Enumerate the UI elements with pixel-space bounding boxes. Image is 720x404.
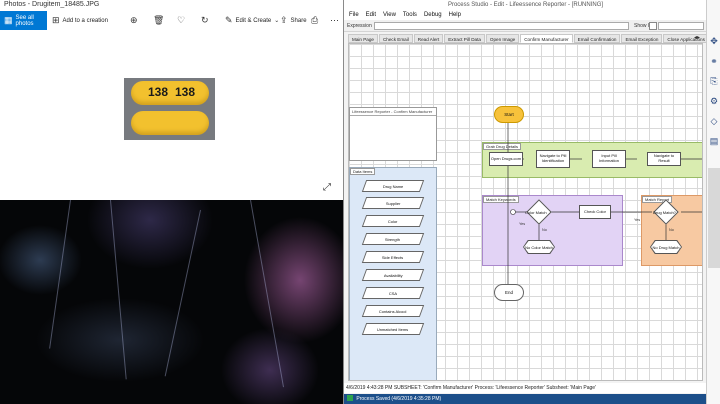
expression-input[interactable] (374, 22, 629, 30)
start-terminator[interactable]: Start (494, 106, 524, 123)
menu-file[interactable]: File (349, 12, 359, 18)
photos-window-title: Photos - Drugitem_18485.JPG (4, 1, 100, 8)
no-label: No (669, 228, 674, 232)
tab-open-image[interactable]: Open Image (485, 34, 520, 43)
delete-button[interactable]: 🗑 (153, 11, 164, 30)
menu-tools[interactable]: Tools (403, 12, 417, 18)
action-tool-icon[interactable]: ⚙ (709, 96, 719, 106)
more-icon: ⋯ (330, 15, 339, 25)
pointer-tool-icon[interactable]: ✥ (709, 36, 719, 46)
add-to-creation-label: Add to a creation (62, 17, 108, 24)
input-pill-info-step[interactable]: Input Pill Information (592, 150, 626, 168)
menu-help[interactable]: Help (449, 12, 461, 18)
drug-match-label: Drug Match? (653, 210, 676, 215)
tab-email-exception[interactable]: Email Exception (621, 34, 663, 43)
tab-main-page[interactable]: Main Page (348, 34, 378, 43)
rotate-button[interactable]: ↻ (201, 11, 209, 30)
no-label: No (542, 228, 547, 232)
process-saved-bar: Process Saved (4/6/2019 4:35:28 PM) (344, 394, 707, 404)
tab-extract-pill-data[interactable]: Extract Pill Data (444, 34, 485, 43)
pill-imprint-right: 138 (175, 85, 196, 99)
print-icon: ⎙ (311, 15, 319, 25)
expression-label: Expression (347, 23, 372, 29)
photo-viewer: 138 138 ⤢ (0, 30, 343, 200)
photos-titlebar: Photos - Drugitem_18485.JPG (0, 0, 343, 11)
tab-confirm-manufacturer[interactable]: Confirm Manufacturer (520, 34, 573, 43)
check-color-step[interactable]: Check Color (579, 205, 611, 219)
menu-edit[interactable]: Edit (366, 12, 376, 18)
pill-imprint-left: 138 (148, 85, 169, 99)
see-all-photos-button[interactable]: ▦ See all photos (0, 11, 47, 30)
tab-read-alert[interactable]: Read Alert (413, 34, 444, 43)
rail-scrollbar[interactable] (708, 168, 720, 268)
end-terminator[interactable]: End (494, 284, 524, 301)
wallpaper-strand (110, 199, 127, 380)
calculation-tool-icon[interactable]: ▤ (709, 136, 719, 146)
studio-titlebar: Process Studio - Edit - Lifeessence Repo… (344, 0, 707, 10)
expand-icon[interactable]: ⤢ (323, 182, 331, 193)
photos-window: Photos - Drugitem_18485.JPG ▦ See all ph… (0, 0, 343, 404)
no-color-match-end[interactable]: No Color Match (524, 241, 554, 253)
status-line: 4/6/2019 4:43:28 PM SUBSHEET: 'Confirm M… (344, 383, 707, 393)
navigate-result-step[interactable]: Navigate to Result (647, 152, 681, 166)
saved-icon (347, 395, 353, 401)
more-button[interactable]: ⋯ (330, 11, 339, 30)
show-in-checkbox[interactable] (649, 22, 657, 30)
wallpaper-strand (164, 209, 201, 377)
process-canvas[interactable]: Lifeessence Reporter - Confirm Manufactu… (348, 43, 703, 381)
desktop-wallpaper (0, 199, 343, 404)
connector-node (510, 209, 516, 215)
tab-email-confirmation[interactable]: Email Confirmation (573, 34, 621, 43)
open-drugs-step[interactable]: Open Drugs.com (489, 152, 523, 166)
share-icon: ⇪ (280, 15, 288, 25)
yes-label: Yes (519, 222, 526, 226)
expression-bar: Expression Show In (344, 20, 707, 32)
link-tool-icon[interactable]: ⚭ (709, 56, 719, 66)
decision-tool-icon[interactable]: ◇ (709, 116, 719, 126)
rotate-icon: ↻ (201, 15, 209, 25)
add-to-creation-button[interactable]: ⊞ Add to a creation (52, 11, 108, 30)
edit-create-label: Edit & Create (235, 17, 272, 24)
heart-icon: ♡ (177, 15, 186, 25)
tab-close-applications[interactable]: Close Applications (663, 34, 709, 43)
chevron-down-icon: ⌄ (274, 17, 280, 24)
wallpaper-strand (49, 199, 71, 349)
tab-check-email[interactable]: Check Email (378, 34, 413, 43)
tool-rail: ✥ ⚭ ⎘ ⚙ ◇ ▤ (706, 0, 720, 404)
page-tool-icon[interactable]: ⎘ (709, 76, 719, 86)
tab-scroll-arrows[interactable]: ◂▸ (694, 34, 700, 41)
no-drug-match-end[interactable]: No Drug Match (651, 241, 681, 253)
process-studio-window: Process Studio - Edit - Lifeessence Repo… (343, 0, 720, 404)
trash-icon: 🗑 (153, 15, 165, 25)
capsule-top: 138 138 (131, 81, 209, 105)
zoom-button[interactable]: ⊕ (130, 11, 138, 30)
menu-debug[interactable]: Debug (424, 12, 442, 18)
capsule-bottom (131, 111, 209, 135)
photos-toolbar: ▦ See all photos ⊞ Add to a creation ⊕ 🗑… (0, 11, 343, 30)
add-creation-icon: ⊞ (52, 15, 60, 25)
color-match-label: Color Match (525, 210, 547, 215)
edit-icon: ✎ (225, 15, 233, 25)
photos-grid-icon: ▦ (4, 15, 13, 25)
see-all-photos-label: See all photos (15, 14, 34, 27)
pill-photo: 138 138 (124, 78, 215, 140)
wallpaper-strand (250, 199, 284, 388)
share-label: Share (290, 17, 307, 24)
process-saved-text: Process Saved (4/6/2019 4:35:28 PM) (356, 396, 442, 402)
navigate-pill-id-step[interactable]: Navigate to Pill Identification (536, 150, 570, 168)
favorite-button[interactable]: ♡ (177, 11, 185, 30)
zoom-icon: ⊕ (130, 15, 138, 25)
page-tabs: Main Page Check Email Read Alert Extract… (348, 34, 720, 43)
share-button[interactable]: ⇪ Share (280, 11, 307, 30)
print-button[interactable]: ⎙ (311, 11, 318, 30)
show-in-dropdown[interactable] (658, 22, 704, 30)
menu-view[interactable]: View (383, 12, 396, 18)
edit-create-button[interactable]: ✎ Edit & Create ⌄ (225, 11, 279, 30)
yes-label: Yes (634, 218, 641, 222)
studio-menubar: File Edit View Tools Debug Help (344, 10, 707, 20)
